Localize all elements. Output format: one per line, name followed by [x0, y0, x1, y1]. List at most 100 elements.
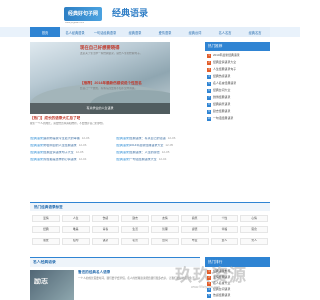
- headline-1[interactable]: 现在自己好想要晓得: [80, 45, 120, 50]
- list-item-title[interactable]: 现在都是这样的心情语录: [44, 158, 77, 161]
- tag-chip[interactable]: 生活: [121, 226, 149, 234]
- rank-badge: 5: [207, 82, 211, 86]
- sidebar2-item-label: 经典台词语录: [213, 287, 231, 292]
- list-item-tag[interactable]: [经典语录]: [30, 158, 44, 161]
- sidebar-item-label: 励志经典语录: [213, 109, 231, 114]
- sidebar-item-label: 经典台词大全: [213, 88, 231, 93]
- list-item-date: 12-05: [161, 151, 170, 154]
- rank-badge: 2: [207, 276, 211, 280]
- nav-item[interactable]: 名人经典语录: [60, 27, 90, 37]
- logo-subtitle: www.jingdian.com: [65, 22, 85, 24]
- sidebar-item[interactable]: 6 经典台词大全: [205, 88, 270, 94]
- list-item[interactable]: [经典语录]经典爱情语录句子大全 12-05: [30, 151, 114, 155]
- sidebar-item[interactable]: 4 经典伤感语录: [205, 74, 270, 80]
- list-item-tag[interactable]: [经典语录]: [116, 144, 130, 147]
- sidebar-item[interactable]: 2 经典爱情语录大全: [205, 60, 270, 66]
- nav-item[interactable]: 爱情语录: [150, 27, 180, 37]
- sidebar-item[interactable]: 5 名人名言经典语录: [205, 81, 270, 87]
- sidebar-item-label: 一句话经典语录: [213, 116, 234, 121]
- sidebar-item-label: 经典爱情语录大全: [213, 60, 237, 65]
- tag-chip[interactable]: 名言: [121, 237, 149, 245]
- tag-chip[interactable]: 幸福: [210, 226, 239, 234]
- tag-chip[interactable]: 台词: [151, 237, 179, 245]
- list-item-tag[interactable]: [经典语录]: [30, 151, 44, 154]
- tag-chip[interactable]: 感悟: [180, 226, 209, 234]
- sidebar-item[interactable]: 3 人生经典语录句子: [205, 67, 270, 73]
- tag-chip[interactable]: 语录: [91, 237, 120, 245]
- rank-badge: 9: [207, 110, 211, 114]
- list-item[interactable]: [经典语录]经典语录：有关自己的话语 12-06: [116, 137, 200, 141]
- tag-chip[interactable]: 朋友: [32, 237, 60, 245]
- list-item[interactable]: [经典语录]你会明白的人生经典语录 12-06: [30, 144, 114, 148]
- rank-badge: 8: [207, 103, 211, 107]
- tag-chip[interactable]: 个性: [210, 215, 239, 222]
- nav-bar: 首页 名人经典语录 一句话经典语录 经典语录 爱情语录 经典台词 名人名言 经典名言: [30, 27, 270, 37]
- list-item-title[interactable]: 经典爱情语录句子大全: [44, 151, 74, 154]
- tag-chip[interactable]: 唯美: [61, 226, 90, 234]
- tags-grid: 爱情 人生 伤感 励志 友情 搞笑 个性 心情经典 唯美 青春 生活 哲理 感悟 幸福 思念朋友 短句 语录 名言…: [30, 213, 270, 249]
- sidebar-item-label: 微博经典语录: [213, 95, 231, 100]
- list-item-title[interactable]: 一句话经典语录大全: [130, 158, 157, 161]
- nav-item[interactable]: 经典台词: [180, 27, 210, 37]
- tag-chip[interactable]: 女人: [210, 237, 239, 245]
- tag-chip[interactable]: 哲理: [151, 226, 179, 234]
- tag-chip[interactable]: 搞笑: [180, 215, 209, 222]
- headline-3[interactable]: 【热门】成长的语录大汇总了吧: [30, 116, 80, 120]
- site-logo[interactable]: 经典好句子网 www.jingdian.com: [64, 7, 104, 27]
- sidebar-item[interactable]: 9 励志经典语录: [205, 109, 270, 115]
- tag-chip[interactable]: 励志: [121, 215, 149, 222]
- tag-chip[interactable]: 青春: [91, 226, 120, 234]
- famous-section-title: 名人经典语录: [33, 260, 56, 264]
- rank-badge: 6: [207, 89, 211, 93]
- nav-item[interactable]: 经典名言: [240, 27, 270, 37]
- sidebar-item[interactable]: 1 2014年最新经典语录: [205, 53, 270, 59]
- tag-chip[interactable]: 短句: [61, 237, 90, 245]
- list-item-date: 12-04: [78, 158, 87, 161]
- list-item-date: 12-04: [158, 158, 167, 161]
- headline-2[interactable]: 【推荐】2014年最新伤感说说个性签名: [80, 81, 142, 85]
- list-item[interactable]: [经典语录]经典语录：人生的感悟 12-05: [116, 151, 200, 155]
- list-item-tag[interactable]: [经典语录]: [30, 144, 44, 147]
- tag-chip[interactable]: 人生: [61, 215, 90, 222]
- list-item[interactable]: [经典语录]2014年最新经典语录大全 12-05: [116, 144, 200, 148]
- sidebar-item[interactable]: 10 一句话经典语录: [205, 116, 270, 122]
- nav-item[interactable]: 经典语录: [120, 27, 150, 37]
- list-item-tag[interactable]: [经典语录]: [116, 158, 130, 161]
- list-item[interactable]: [经典语录]遇到你是我今生最大的幸福 12-06: [30, 137, 114, 141]
- tags-title: 热门经典语录标签: [34, 205, 63, 209]
- tag-chip[interactable]: 友情: [151, 215, 179, 222]
- list-item-title[interactable]: 经典语录：有关自己的话语: [130, 137, 166, 140]
- list-item-date: 12-06: [81, 137, 90, 140]
- sidebar-item[interactable]: 7 微博经典语录: [205, 95, 270, 101]
- main-nav: 首页 名人经典语录 一句话经典语录 经典语录 爱情语录 经典台词 名人名言 经典名言: [0, 27, 300, 37]
- nav-item[interactable]: 首页: [30, 27, 60, 37]
- tag-chip[interactable]: 经典: [32, 226, 60, 234]
- sidebar2-item-label: 伤感经典语录: [213, 293, 231, 298]
- list-item-tag[interactable]: [经典语录]: [30, 137, 44, 140]
- list-item-title[interactable]: 你会明白的人生经典语录: [44, 144, 77, 147]
- list-item-title[interactable]: 遇到你是我今生最大的幸福: [44, 137, 80, 140]
- nav-item[interactable]: 一句话经典语录: [90, 27, 120, 37]
- list-item-title[interactable]: 经典语录：人生的感悟: [130, 151, 160, 154]
- tag-chip[interactable]: 心情: [240, 215, 268, 222]
- tags-header: 热门经典语录标签: [30, 202, 270, 211]
- sidebar-item[interactable]: 8 经典搞笑语录: [205, 102, 270, 108]
- famous-thumbnail[interactable]: 励志: [30, 270, 74, 300]
- tag-chip[interactable]: 男人: [240, 237, 268, 245]
- tag-chip[interactable]: 思念: [240, 226, 268, 234]
- list-item[interactable]: [经典语录]现在都是这样的心情语录 12-04: [30, 158, 114, 162]
- rank-badge: 2: [207, 61, 211, 65]
- famous-article-title[interactable]: 鲁迅的经典名人语录: [78, 270, 110, 274]
- nav-item[interactable]: 名人名言: [210, 27, 240, 37]
- sidebar2-item[interactable]: 5 伤感经典语录: [205, 293, 270, 299]
- list-item[interactable]: [经典语录]一句话经典语录大全 12-04: [116, 158, 200, 162]
- list-item-tag[interactable]: [经典语录]: [116, 137, 130, 140]
- tag-chip[interactable]: 毕业: [180, 237, 209, 245]
- list-item-tag[interactable]: [经典语录]: [116, 151, 130, 154]
- list-item-title[interactable]: 2014年最新经典语录大全: [130, 144, 164, 147]
- list-item-date: 12-05: [165, 144, 174, 147]
- tag-chip[interactable]: 爱情: [32, 215, 60, 222]
- rank-badge: 10: [207, 117, 211, 121]
- rank-badge: 4: [207, 75, 211, 79]
- tag-chip[interactable]: 伤感: [91, 215, 120, 222]
